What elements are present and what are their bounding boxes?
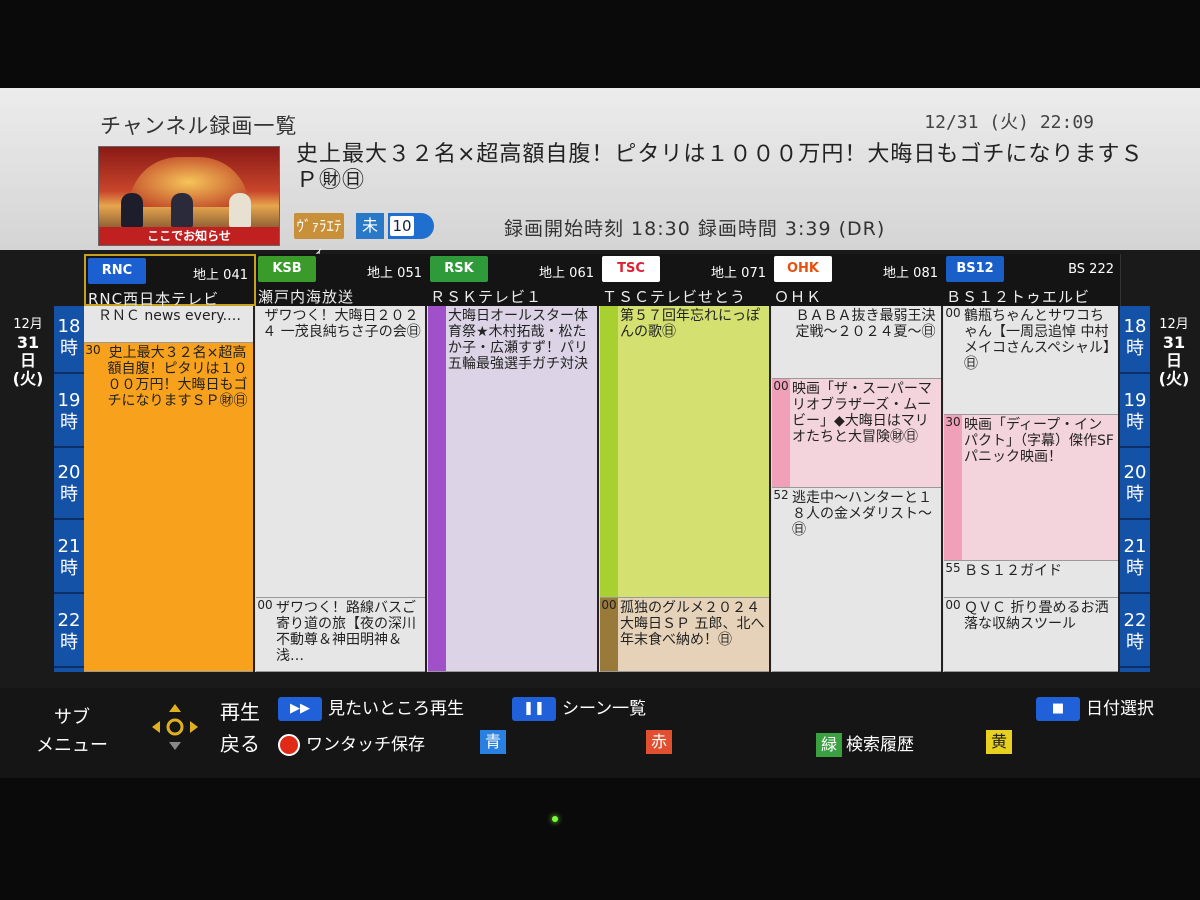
- channel-name: ＴＳＣテレビせとう: [602, 288, 747, 306]
- ksb-logo: KSB: [258, 256, 316, 282]
- program-thumbnail: ここでお知らせ: [98, 146, 280, 246]
- channel-name: ＢＳ１２トゥエルビ: [946, 288, 1091, 306]
- back-label[interactable]: 戻る: [220, 728, 260, 757]
- submenu-label[interactable]: サブ メニュー: [36, 704, 108, 760]
- tv-power-led: [552, 816, 558, 822]
- hour-21: 21 時: [54, 526, 84, 594]
- program-cell-selected[interactable]: 30 史上最大３２名×超高額自腹！ピタリは１０００万円！大晦日もゴチになりますＳ…: [84, 343, 253, 672]
- program-cell[interactable]: 00 鶴瓶ちゃんとサワコちゃん【一周忌追悼 中村メイコさんスペシャル】㊐: [944, 306, 1118, 415]
- yellow-button[interactable]: 黄: [986, 730, 1012, 754]
- hour-21: 21 時: [1120, 526, 1150, 594]
- program-cell[interactable]: 00 孤独のグルメ２０２４大晦日ＳＰ 五郎、北へ 年末食べ納め！㊐: [600, 598, 769, 672]
- record-icon: [278, 734, 300, 756]
- thumbnail-person: [121, 193, 143, 227]
- rsk-logo: RSK: [430, 256, 488, 282]
- thumbnail-person: [229, 193, 251, 227]
- thumbnail-person: [171, 193, 193, 227]
- bs12-logo: BS12: [946, 256, 1004, 282]
- hour-20: 20 時: [54, 452, 84, 520]
- tv-screen: チャンネル録画一覧 12/31 (火) 22:09 ここでお知らせ 史上最大３２…: [0, 88, 1200, 778]
- program-cell[interactable]: 55 ＢＳ１２ガイド: [944, 561, 1118, 598]
- column-bs12: 00 鶴瓶ちゃんとサワコちゃん【一周忌追悼 中村メイコさんスペシャル】㊐ 30 …: [944, 306, 1120, 672]
- column-ksb: ザワつく！大晦日２０２４ 一茂良純ちさ子の会㊐ 00 ザワつく！路線バスご寄り道…: [256, 306, 427, 672]
- hour-19: 19 時: [54, 380, 84, 448]
- hour-18: 18 時: [54, 306, 84, 374]
- channel-ohk[interactable]: OHK 地上 081 ＯＨＫ: [772, 254, 945, 306]
- channel-number: 地上 081: [883, 266, 938, 281]
- rnc-logo: RNC: [88, 258, 146, 284]
- column-rsk: 大晦日オールスター体育祭★木村拓哉・松たか子・広瀬すず！パリ五輪最強選手ガチ対決: [428, 306, 599, 672]
- red-button[interactable]: 赤: [646, 730, 672, 754]
- hour-22: 22 時: [1120, 600, 1150, 668]
- program-cell[interactable]: 00 映画「ザ・スーパーマリオブラザーズ・ムービー」◆大晦日はマリオたちと大冒険…: [772, 379, 941, 488]
- date-label-right: 12月 31日 (火): [1158, 317, 1190, 388]
- program-cell[interactable]: ＲＮＣ news every.…: [84, 306, 253, 343]
- date-select-button[interactable]: ■ 日付選択: [1036, 694, 1154, 721]
- program-cell[interactable]: 52 逃走中～ハンターと１８人の金メダリスト～㊐: [772, 488, 941, 672]
- blue-button[interactable]: 青: [480, 730, 506, 754]
- pause-button[interactable]: ❚❚ シーン一覧: [512, 694, 646, 721]
- record-button[interactable]: ワンタッチ保存: [278, 730, 425, 756]
- channel-number: BS 222: [1068, 262, 1114, 277]
- current-datetime: 12/31 (火) 22:09: [924, 112, 1094, 133]
- column-ohk: ＢＡＢＡ抜き最弱王決定戦～２０２４夏～㊐ 00 映画「ザ・スーパーマリオブラザー…: [772, 306, 943, 672]
- program-cell[interactable]: 00 ＱＶＣ 折り畳めるお洒落な収納スツール: [944, 598, 1118, 672]
- channel-number: 地上 041: [193, 268, 248, 283]
- program-info-header: チャンネル録画一覧 12/31 (火) 22:09 ここでお知らせ 史上最大３２…: [0, 88, 1200, 261]
- time-column-right: 18 時 19 時 20 時 21 時 22 時: [1120, 306, 1150, 672]
- hour-20: 20 時: [1120, 452, 1150, 520]
- channel-ksb[interactable]: KSB 地上 051 瀬戸内海放送: [256, 254, 429, 306]
- channel-name: 瀬戸内海放送: [258, 288, 355, 306]
- fast-forward-button[interactable]: ▶▶ 見たいところ再生: [278, 694, 464, 721]
- genre-icon: ｳﾞｧﾗｴﾃｨ: [294, 213, 344, 261]
- program-cell[interactable]: 第５７回年忘れにっぽんの歌㊐: [600, 306, 769, 598]
- play-label[interactable]: 再生: [220, 696, 260, 725]
- recording-info: 録画開始時刻 18:30 録画時間 3:39 (DR): [504, 218, 886, 240]
- hour-22: 22 時: [54, 600, 84, 668]
- channel-name: ＲＳＫテレビ１: [430, 288, 543, 306]
- stop-icon: ■: [1036, 697, 1080, 721]
- fast-forward-icon: ▶▶: [278, 697, 322, 721]
- channel-name: ＯＨＫ: [774, 288, 823, 306]
- dpad-icon: [150, 702, 200, 752]
- green-button[interactable]: 緑検索履歴: [816, 730, 914, 757]
- program-cell[interactable]: ＢＡＢＡ抜き最弱王決定戦～２０２４夏～㊐: [772, 306, 941, 379]
- remote-guide-footer: サブ メニュー 再生 戻る ▶▶ 見たいところ再生 ❚❚ シーン一覧 ワンタッチ保存…: [0, 688, 1200, 778]
- program-cell[interactable]: 00 ザワつく！路線バスご寄り道の旅【夜の深川不動尊＆神田明神＆浅…: [256, 598, 425, 672]
- program-cell[interactable]: ザワつく！大晦日２０２４ 一茂良純ちさ子の会㊐: [256, 306, 425, 598]
- channel-rnc[interactable]: RNC 地上 041 RNC西日本テレビ: [84, 254, 256, 308]
- program-grid: ＲＮＣ news every.… 30 史上最大３２名×超高額自腹！ピタリは１０…: [84, 306, 1120, 672]
- column-tsc: 第５７回年忘れにっぽんの歌㊐ 00 孤独のグルメ２０２４大晦日ＳＰ 五郎、北へ …: [600, 306, 771, 672]
- channel-rsk[interactable]: RSK 地上 061 ＲＳＫテレビ１: [428, 254, 601, 306]
- program-cell[interactable]: 大晦日オールスター体育祭★木村拓哉・松たか子・広瀬すず！パリ五輪最強選手ガチ対決: [428, 306, 597, 672]
- channel-number: 地上 051: [367, 266, 422, 281]
- unwatched-icon: 未: [356, 213, 384, 239]
- column-rnc: ＲＮＣ news every.… 30 史上最大３２名×超高額自腹！ピタリは１０…: [84, 306, 255, 672]
- channel-bs12[interactable]: BS12 BS 222 ＢＳ１２トゥエルビ: [944, 254, 1121, 306]
- date-label-left: 12月 31日 (火): [12, 317, 44, 388]
- channel-number: 地上 061: [539, 266, 594, 281]
- time-column-left: 18 時 19 時 20 時 21 時 22 時: [54, 306, 84, 672]
- channel-10-icon: 10: [388, 213, 434, 239]
- page-title: チャンネル録画一覧: [100, 114, 298, 138]
- channel-tsc[interactable]: TSC 地上 071 ＴＳＣテレビせとう: [600, 254, 773, 306]
- hour-19: 19 時: [1120, 380, 1150, 448]
- pause-icon: ❚❚: [512, 697, 556, 721]
- channel-header-row: RNC 地上 041 RNC西日本テレビ KSB 地上 051 瀬戸内海放送 R…: [84, 254, 1121, 308]
- thumbnail-caption: ここでお知らせ: [99, 227, 279, 245]
- ohk-logo: OHK: [774, 256, 832, 282]
- selected-program-title: 史上最大３２名×超高額自腹！ピタリは１０００万円！大晦日もゴチになりますＳＰ㊖㊐: [296, 142, 1144, 193]
- channel-number: 地上 071: [711, 266, 766, 281]
- hour-18: 18 時: [1120, 306, 1150, 374]
- program-cell[interactable]: 30 映画「ディープ・インパクト」（字幕）傑作SFパニック映画！: [944, 415, 1118, 561]
- tsc-logo: TSC: [602, 256, 660, 282]
